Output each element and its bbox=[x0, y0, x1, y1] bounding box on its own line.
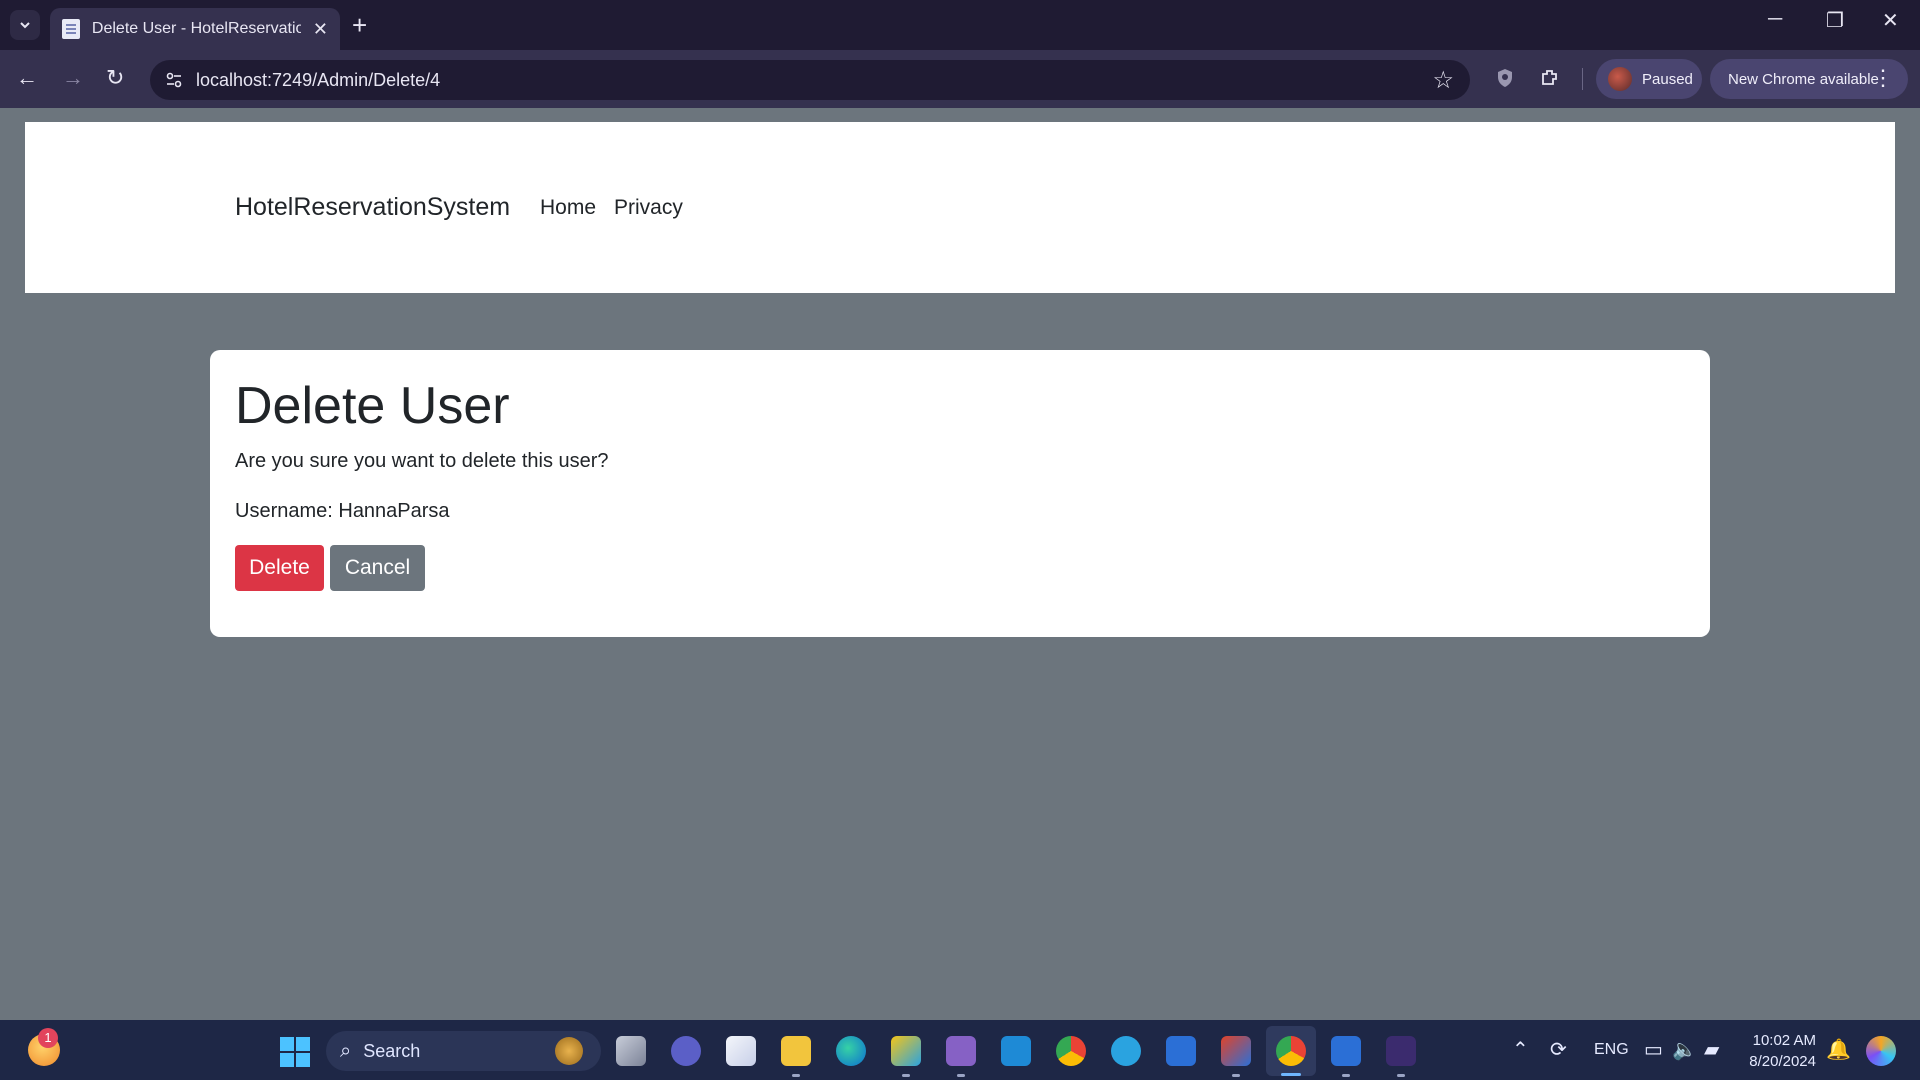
sync-icon[interactable]: ⟳ bbox=[1550, 1040, 1567, 1060]
language-indicator[interactable]: ENG bbox=[1594, 1041, 1629, 1059]
tab-title: Delete User - HotelReservationSystem bbox=[91, 20, 301, 37]
battery-icon[interactable]: ▰ bbox=[1704, 1040, 1719, 1060]
close-tab-icon[interactable]: ✕ bbox=[313, 19, 328, 40]
address-bar[interactable]: localhost:7249/Admin/Delete/4 ☆ bbox=[150, 60, 1470, 100]
chevron-down-icon bbox=[20, 22, 30, 29]
navbar-brand[interactable]: HotelReservationSystem bbox=[235, 193, 510, 222]
extensions-puzzle-icon[interactable] bbox=[1538, 66, 1562, 90]
username-line: Username: HannaParsa bbox=[235, 500, 450, 522]
nav-link-privacy[interactable]: Privacy bbox=[614, 196, 683, 220]
back-arrow-icon[interactable]: ← bbox=[16, 64, 38, 92]
avatar bbox=[1608, 67, 1632, 91]
volume-icon[interactable]: 🔈 bbox=[1672, 1040, 1697, 1060]
teams-icon[interactable] bbox=[671, 1036, 701, 1066]
chevron-up-icon[interactable]: ⌃ bbox=[1512, 1040, 1529, 1060]
active-indicator bbox=[1281, 1073, 1301, 1076]
page-title: Delete User bbox=[235, 377, 510, 435]
task-view-icon[interactable] bbox=[616, 1036, 646, 1066]
running-indicator bbox=[957, 1074, 965, 1077]
new-tab-button[interactable]: + bbox=[352, 10, 367, 40]
chrome-update-button[interactable]: New Chrome available ⋮ bbox=[1710, 59, 1908, 99]
edge-icon[interactable] bbox=[836, 1036, 866, 1066]
chrome-icon[interactable] bbox=[1276, 1036, 1306, 1066]
forward-arrow-icon[interactable]: → bbox=[62, 64, 84, 92]
profile-status: Paused bbox=[1642, 70, 1693, 88]
git-icon[interactable] bbox=[1221, 1036, 1251, 1066]
restore-icon[interactable]: ❐ bbox=[1826, 8, 1844, 33]
shield-extension-icon[interactable] bbox=[1493, 66, 1517, 90]
bookmark-star-icon[interactable]: ☆ bbox=[1432, 66, 1454, 95]
copilot-icon[interactable] bbox=[1866, 1036, 1896, 1066]
vscode-icon[interactable] bbox=[1001, 1036, 1031, 1066]
close-window-icon[interactable]: ✕ bbox=[1882, 8, 1899, 33]
running-indicator bbox=[1342, 1074, 1350, 1077]
search-highlight-icon bbox=[555, 1037, 583, 1065]
browser-toolbar: ← → ↻ localhost:7249/Admin/Delete/4 ☆ Pa… bbox=[0, 50, 1920, 108]
site-navbar: HotelReservationSystem Home Privacy bbox=[25, 122, 1895, 293]
network-icon[interactable]: ▭ bbox=[1644, 1040, 1663, 1060]
microsoft-store-icon[interactable] bbox=[726, 1036, 756, 1066]
url-text: localhost:7249/Admin/Delete/4 bbox=[196, 70, 441, 90]
telegram-icon[interactable] bbox=[1111, 1036, 1141, 1066]
delete-user-card: Delete User Are you sure you want to del… bbox=[210, 350, 1710, 637]
toolbar-divider bbox=[1582, 68, 1583, 90]
delete-button[interactable]: Delete bbox=[235, 545, 324, 591]
cancel-button[interactable]: Cancel bbox=[330, 545, 425, 591]
windows-taskbar: 1 ⌕ Search ⌃ ⟳ ENG ▭ 🔈 ▰ 10:02 AM 8/20/2… bbox=[0, 1020, 1920, 1080]
visual-studio-icon[interactable] bbox=[946, 1036, 976, 1066]
taskbar-clock[interactable]: 10:02 AM 8/20/2024 bbox=[1740, 1030, 1816, 1072]
tab-search-button[interactable] bbox=[10, 10, 40, 40]
update-label: New Chrome available bbox=[1728, 70, 1879, 88]
terminal-icon[interactable] bbox=[1386, 1036, 1416, 1066]
bell-icon[interactable]: 🔔 bbox=[1826, 1040, 1851, 1060]
notification-badge: 1 bbox=[38, 1028, 58, 1048]
chrome-icon[interactable] bbox=[1056, 1036, 1086, 1066]
clock-time: 10:02 AM bbox=[1752, 1032, 1816, 1049]
profile-button[interactable]: Paused bbox=[1596, 59, 1702, 99]
defender-icon[interactable] bbox=[1166, 1036, 1196, 1066]
search-icon: ⌕ bbox=[340, 1039, 352, 1062]
running-indicator bbox=[1397, 1074, 1405, 1077]
minimize-icon[interactable]: ─ bbox=[1768, 8, 1782, 31]
running-indicator bbox=[792, 1074, 800, 1077]
photo-editor-icon[interactable] bbox=[891, 1036, 921, 1066]
running-indicator bbox=[1232, 1074, 1240, 1077]
reload-icon[interactable]: ↻ bbox=[106, 64, 124, 92]
confirm-question: Are you sure you want to delete this use… bbox=[235, 450, 609, 472]
kebab-menu-icon[interactable]: ⋮ bbox=[1872, 65, 1894, 91]
windows-start-icon[interactable] bbox=[280, 1037, 310, 1067]
taskbar-search[interactable]: ⌕ Search bbox=[326, 1031, 601, 1071]
site-info-icon[interactable] bbox=[164, 70, 184, 90]
page-favicon-icon bbox=[62, 19, 80, 39]
running-indicator bbox=[902, 1074, 910, 1077]
search-label: Search bbox=[363, 1040, 421, 1061]
browser-tab-active[interactable]: Delete User - HotelReservationSystem ✕ bbox=[50, 8, 340, 50]
clock-date: 8/20/2024 bbox=[1749, 1053, 1816, 1070]
nav-link-home[interactable]: Home bbox=[540, 196, 596, 220]
defender-icon[interactable] bbox=[1331, 1036, 1361, 1066]
file-explorer-icon[interactable] bbox=[781, 1036, 811, 1066]
browser-tab-strip: Delete User - HotelReservationSystem ✕ +… bbox=[0, 0, 1920, 50]
